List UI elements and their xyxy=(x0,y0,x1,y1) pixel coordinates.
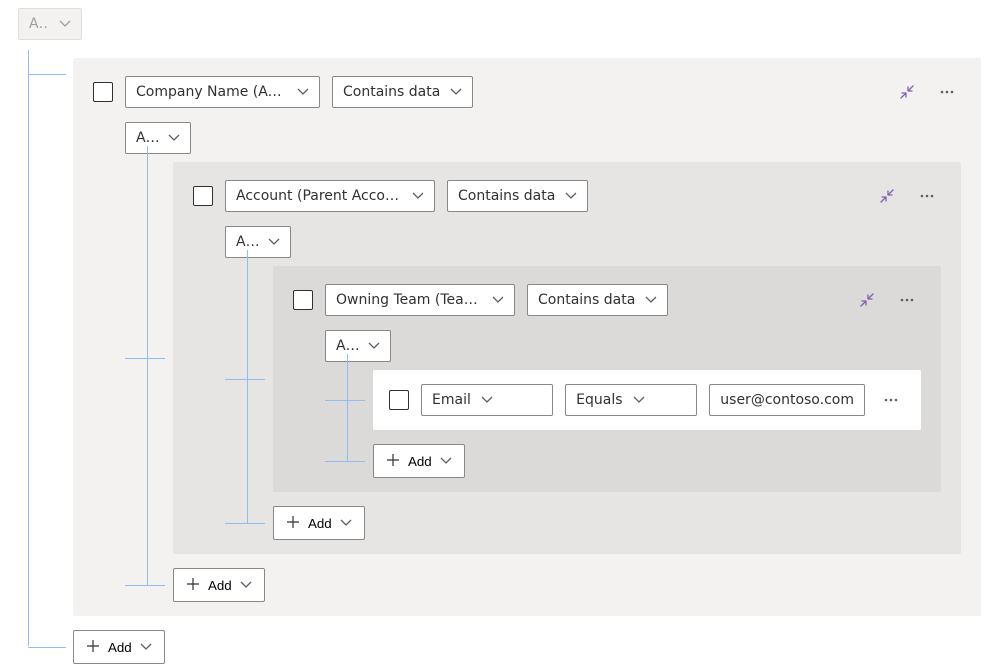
add-button[interactable]: Add xyxy=(173,568,265,602)
group-children: Email Equals user@contoso.com xyxy=(325,370,921,478)
select-checkbox[interactable] xyxy=(93,82,113,102)
select-checkbox[interactable] xyxy=(389,390,409,410)
chevron-down-icon xyxy=(59,18,71,30)
collapse-icon[interactable] xyxy=(853,286,881,314)
add-label: Add xyxy=(208,578,232,593)
operator-label: Contains data xyxy=(343,84,440,100)
plus-icon xyxy=(286,515,300,532)
operator-label: Equals xyxy=(576,392,622,408)
chevron-down-icon xyxy=(168,132,180,144)
add-row: Add xyxy=(173,568,961,602)
chevron-down-icon xyxy=(240,579,252,591)
inner-operator-dropdown[interactable]: And xyxy=(325,330,391,362)
field-label: Account (Parent Account) xyxy=(236,188,402,204)
group-children: Owning Team (Team) Contains data xyxy=(225,266,941,540)
select-checkbox[interactable] xyxy=(293,290,313,310)
filter-builder: And Company Name (Accou… Contains data xyxy=(0,0,999,607)
operator-dropdown[interactable]: Contains data xyxy=(447,180,588,212)
field-label: Owning Team (Team) xyxy=(336,292,482,308)
chevron-down-icon xyxy=(368,340,380,352)
field-label: Email xyxy=(432,392,471,408)
group-parent-account: Account (Parent Account) Contains data xyxy=(173,162,961,554)
field-label: Company Name (Accou… xyxy=(136,84,287,100)
collapse-icon[interactable] xyxy=(893,78,921,106)
chevron-down-icon xyxy=(481,394,493,406)
group-header: Company Name (Accou… Contains data xyxy=(93,76,961,108)
chevron-down-icon xyxy=(492,294,504,306)
chevron-down-icon xyxy=(140,641,152,653)
select-checkbox[interactable] xyxy=(193,186,213,206)
operator-label: Contains data xyxy=(538,292,635,308)
value-text: user@contoso.com xyxy=(720,392,854,408)
chevron-down-icon xyxy=(340,517,352,529)
value-input[interactable]: user@contoso.com xyxy=(709,384,865,416)
chevron-down-icon xyxy=(297,86,309,98)
root-operator-label: And xyxy=(29,16,49,32)
field-dropdown[interactable]: Account (Parent Account) xyxy=(225,180,435,212)
plus-icon xyxy=(86,639,100,656)
operator-dropdown[interactable]: Contains data xyxy=(527,284,668,316)
inner-operator-dropdown[interactable]: And xyxy=(125,122,191,154)
root-operator-dropdown: And xyxy=(18,8,82,40)
more-icon[interactable] xyxy=(877,386,905,414)
chevron-down-icon xyxy=(440,455,452,467)
more-icon[interactable] xyxy=(913,182,941,210)
inner-operator-label: And xyxy=(336,338,358,354)
plus-icon xyxy=(386,453,400,470)
operator-dropdown[interactable]: Contains data xyxy=(332,76,473,108)
field-dropdown[interactable]: Company Name (Accou… xyxy=(125,76,320,108)
add-button[interactable]: Add xyxy=(273,506,365,540)
group-header: Account (Parent Account) Contains data xyxy=(193,180,941,212)
inner-operator-label: And xyxy=(236,234,258,250)
group-owning-team: Owning Team (Team) Contains data xyxy=(273,266,941,492)
chevron-down-icon xyxy=(268,236,280,248)
chevron-down-icon xyxy=(450,86,462,98)
inner-operator-label: And xyxy=(136,130,158,146)
more-icon[interactable] xyxy=(933,78,961,106)
add-button[interactable]: Add xyxy=(373,444,465,478)
root-children: Company Name (Accou… Contains data And xyxy=(18,58,981,664)
add-row: Add xyxy=(273,506,941,540)
chevron-down-icon xyxy=(645,294,657,306)
chevron-down-icon xyxy=(633,394,645,406)
inner-operator-dropdown[interactable]: And xyxy=(225,226,291,258)
collapse-icon[interactable] xyxy=(873,182,901,210)
add-row: Add xyxy=(73,630,981,664)
field-dropdown[interactable]: Email xyxy=(421,384,553,416)
plus-icon xyxy=(186,577,200,594)
operator-label: Contains data xyxy=(458,188,555,204)
field-dropdown[interactable]: Owning Team (Team) xyxy=(325,284,515,316)
group-children: Account (Parent Account) Contains data xyxy=(125,162,961,602)
add-label: Add xyxy=(108,640,132,655)
add-label: Add xyxy=(408,454,432,469)
operator-dropdown[interactable]: Equals xyxy=(565,384,697,416)
chevron-down-icon xyxy=(565,190,577,202)
condition-row: Email Equals user@contoso.com xyxy=(373,370,921,430)
group-company-name: Company Name (Accou… Contains data And xyxy=(73,58,981,616)
group-header: Owning Team (Team) Contains data xyxy=(293,284,921,316)
add-label: Add xyxy=(308,516,332,531)
chevron-down-icon xyxy=(412,190,424,202)
add-row: Add xyxy=(373,444,921,478)
more-icon[interactable] xyxy=(893,286,921,314)
add-button[interactable]: Add xyxy=(73,630,165,664)
